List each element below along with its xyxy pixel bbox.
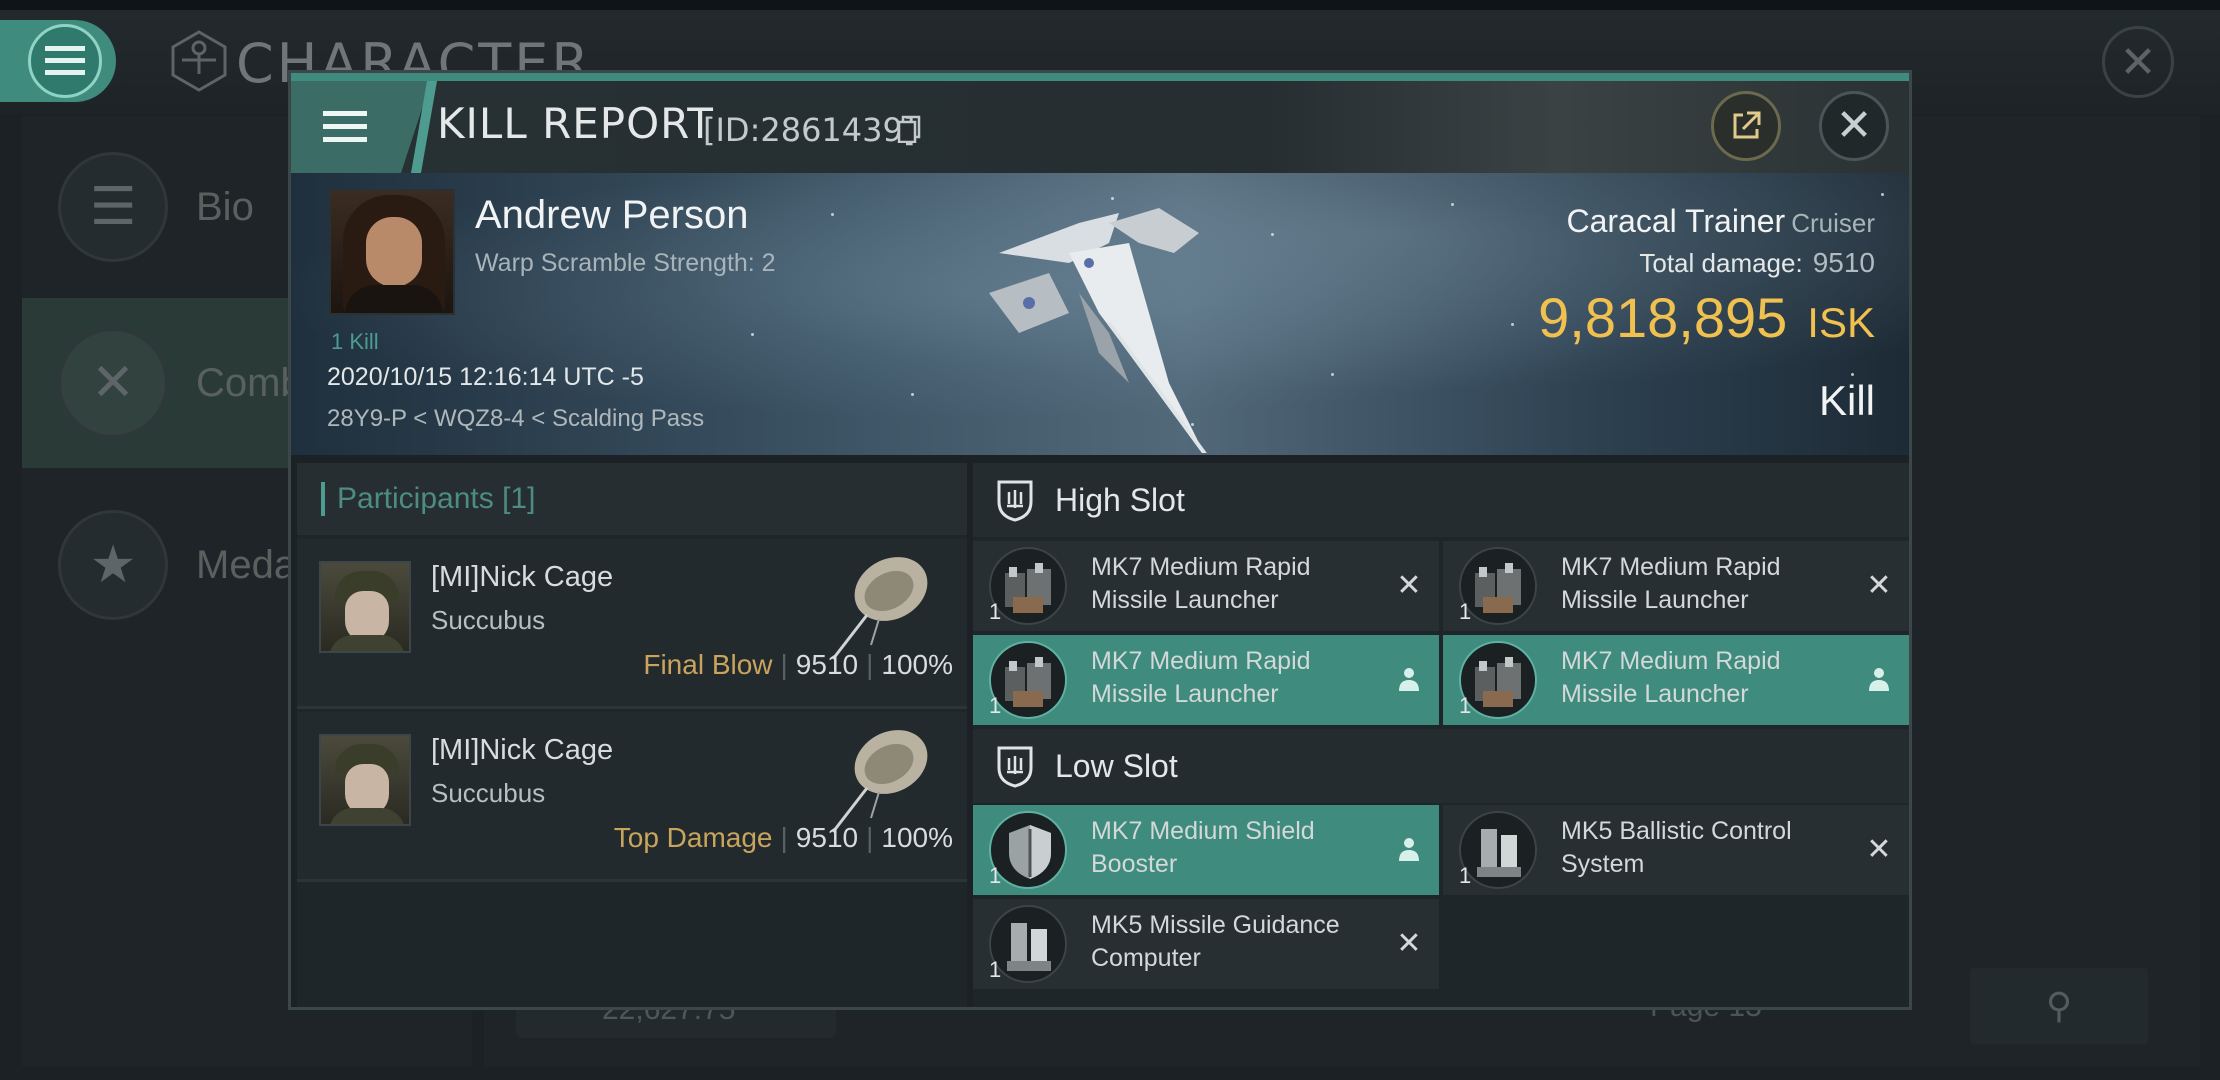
participant-stats: Final Blow | 9510 | 100%: [643, 649, 953, 680]
participant-name: [MI]Nick Cage: [431, 561, 614, 593]
crossed-swords-icon: ✕: [58, 328, 168, 438]
participants-title: Participants [1]: [337, 482, 536, 515]
kill-id: [ID:2861439]: [703, 111, 916, 149]
sidebar-item-combat[interactable]: ✕ Comb: [22, 298, 322, 468]
participant-percent: 100%: [881, 822, 953, 853]
sidebar-item-bio[interactable]: ☰ Bio: [22, 122, 322, 292]
kill-result: Kill: [1818, 377, 1875, 424]
background-close-icon[interactable]: ✕: [2102, 26, 2174, 98]
victim-subtitle: Warp Scramble Strength: 2: [475, 249, 776, 277]
participants-panel: Participants [1] [MI]Nick Cage Succubus …: [297, 463, 967, 1007]
modal-accent-bar: [291, 73, 1909, 81]
destroyed-icon: ✕: [1866, 832, 1892, 866]
sidebar-item-label: Meda: [196, 542, 297, 587]
high-slot-label: High Slot: [1055, 481, 1185, 518]
module-name: MK7 Medium Rapid Missile Launcher: [1091, 553, 1311, 614]
module-name: MK7 Medium Rapid Missile Launcher: [1091, 647, 1311, 708]
participant-stats: Top Damage | 9510 | 100%: [613, 822, 953, 853]
menu-lines-icon: ☰: [58, 152, 168, 262]
vitruvian-icon: [171, 30, 227, 92]
hamburger-icon: [28, 24, 102, 98]
module-quantity: 1: [1459, 693, 1472, 718]
module-slot[interactable]: 1 MK5 Missile Guidance Computer ✕: [973, 899, 1439, 989]
participant-ship-image: [831, 557, 928, 660]
total-damage-label: Total damage:: [1639, 248, 1803, 278]
victim-kill-count: 1 Kill: [331, 329, 379, 354]
module-name: MK7 Medium Shield Booster: [1091, 817, 1315, 878]
destroyed-icon: ✕: [1396, 568, 1422, 602]
copy-icon[interactable]: [897, 115, 921, 143]
sidebar-item-label: Comb: [196, 360, 303, 405]
total-damage-value: 9510: [1812, 247, 1875, 278]
participant-percent: 100%: [881, 649, 953, 680]
low-slot-label: Low Slot: [1055, 747, 1178, 784]
destroyed-icon: ✕: [1866, 568, 1892, 602]
sidebar-item-label: Bio: [196, 184, 254, 229]
ship-name: Caracal Trainer: [1566, 203, 1786, 239]
module-quantity: 1: [989, 863, 1002, 888]
sidebar-item-medals[interactable]: ★ Meda: [22, 480, 322, 650]
participant-ship: Succubus: [431, 605, 546, 635]
participant-name: [MI]Nick Cage: [431, 734, 614, 766]
participant-avatar[interactable]: [319, 561, 411, 653]
low-slot-header: Low Slot: [973, 729, 1909, 803]
module-quantity: 1: [989, 693, 1002, 718]
participants-header: Participants [1]: [297, 463, 967, 535]
fitting-panel: High Slot 1 MK7 Medium Rapid Missile Lau…: [973, 463, 1909, 1007]
modal-title: KILL REPORT: [437, 99, 714, 148]
participant-tag: Final Blow: [643, 649, 773, 680]
victim-portrait[interactable]: [329, 189, 455, 315]
victim-ship[interactable]: Caracal Trainer Cruiser: [1566, 203, 1875, 240]
module-quantity: 1: [1459, 863, 1472, 888]
module-name: MK5 Ballistic Control System: [1561, 817, 1792, 878]
participant-ship-image: [831, 730, 928, 833]
module-slot[interactable]: 1 MK7 Medium Rapid Missile Launcher ✕: [1443, 541, 1909, 631]
victim-banner: Andrew Person Warp Scramble Strength: 2 …: [291, 173, 1909, 455]
destroyed-icon: ✕: [1396, 926, 1422, 960]
module-slot[interactable]: 1 MK7 Medium Shield Booster: [973, 805, 1439, 895]
top-strip: [0, 0, 2220, 10]
isk-unit: ISK: [1807, 299, 1875, 346]
dropped-person-icon: [1393, 833, 1425, 865]
participant-ship: Succubus: [431, 778, 546, 808]
participant-row[interactable]: [MI]Nick Cage Succubus Top Damage | 9510 | 1…: [297, 712, 967, 882]
module-name: MK7 Medium Rapid Missile Launcher: [1561, 647, 1781, 708]
low-slot-icon: [997, 746, 1033, 788]
victim-ship-image: [989, 208, 1207, 453]
module-quantity: 1: [989, 957, 1002, 982]
kill-report-modal: KILL REPORT [ID:2861439] ✕ Andrew Person…: [288, 70, 1912, 1010]
module-quantity: 1: [1459, 599, 1472, 624]
isk-value: 9,818,895 ISK: [1538, 285, 1875, 350]
module-slot[interactable]: 1 MK7 Medium Rapid Missile Launcher: [1443, 635, 1909, 725]
module-slot[interactable]: 1 MK5 Ballistic Control System ✕: [1443, 805, 1909, 895]
close-icon[interactable]: ✕: [1819, 91, 1889, 161]
total-damage: Total damage: 9510: [1639, 247, 1875, 279]
module-name: MK5 Missile Guidance Computer: [1091, 911, 1340, 972]
dropped-person-icon: [1863, 663, 1895, 695]
victim-name[interactable]: Andrew Person: [475, 193, 748, 238]
module-quantity: 1: [989, 599, 1002, 624]
module-name: MK7 Medium Rapid Missile Launcher: [1561, 553, 1781, 614]
medal-star-icon: ★: [58, 510, 168, 620]
module-slot[interactable]: 1 MK7 Medium Rapid Missile Launcher ✕: [973, 541, 1439, 631]
participant-avatar[interactable]: [319, 734, 411, 826]
ship-class: Cruiser: [1791, 208, 1875, 238]
participant-tag: Top Damage: [613, 822, 773, 853]
dropped-person-icon: [1393, 663, 1425, 695]
filter-icon: ⚲: [2045, 985, 2073, 1026]
hamburger-icon: [323, 111, 367, 142]
share-button[interactable]: [1711, 91, 1781, 161]
isk-amount: 9,818,895: [1538, 286, 1788, 349]
module-slot[interactable]: 1 MK7 Medium Rapid Missile Launcher: [973, 635, 1439, 725]
kill-location[interactable]: 28Y9-P < WQZ8-4 < Scalding Pass: [327, 405, 704, 433]
high-slot-icon: [997, 480, 1033, 522]
high-slot-header: High Slot: [973, 463, 1909, 537]
kill-datetime: 2020/10/15 12:16:14 UTC -5: [327, 363, 644, 391]
share-icon: [1733, 111, 1761, 139]
participant-damage: 9510: [795, 822, 859, 853]
main-menu-button[interactable]: [0, 20, 116, 102]
participant-damage: 9510: [795, 649, 859, 680]
participant-row[interactable]: [MI]Nick Cage Succubus Final Blow | 9510 | 1…: [297, 539, 967, 709]
filter-button[interactable]: ⚲: [1970, 968, 2148, 1044]
